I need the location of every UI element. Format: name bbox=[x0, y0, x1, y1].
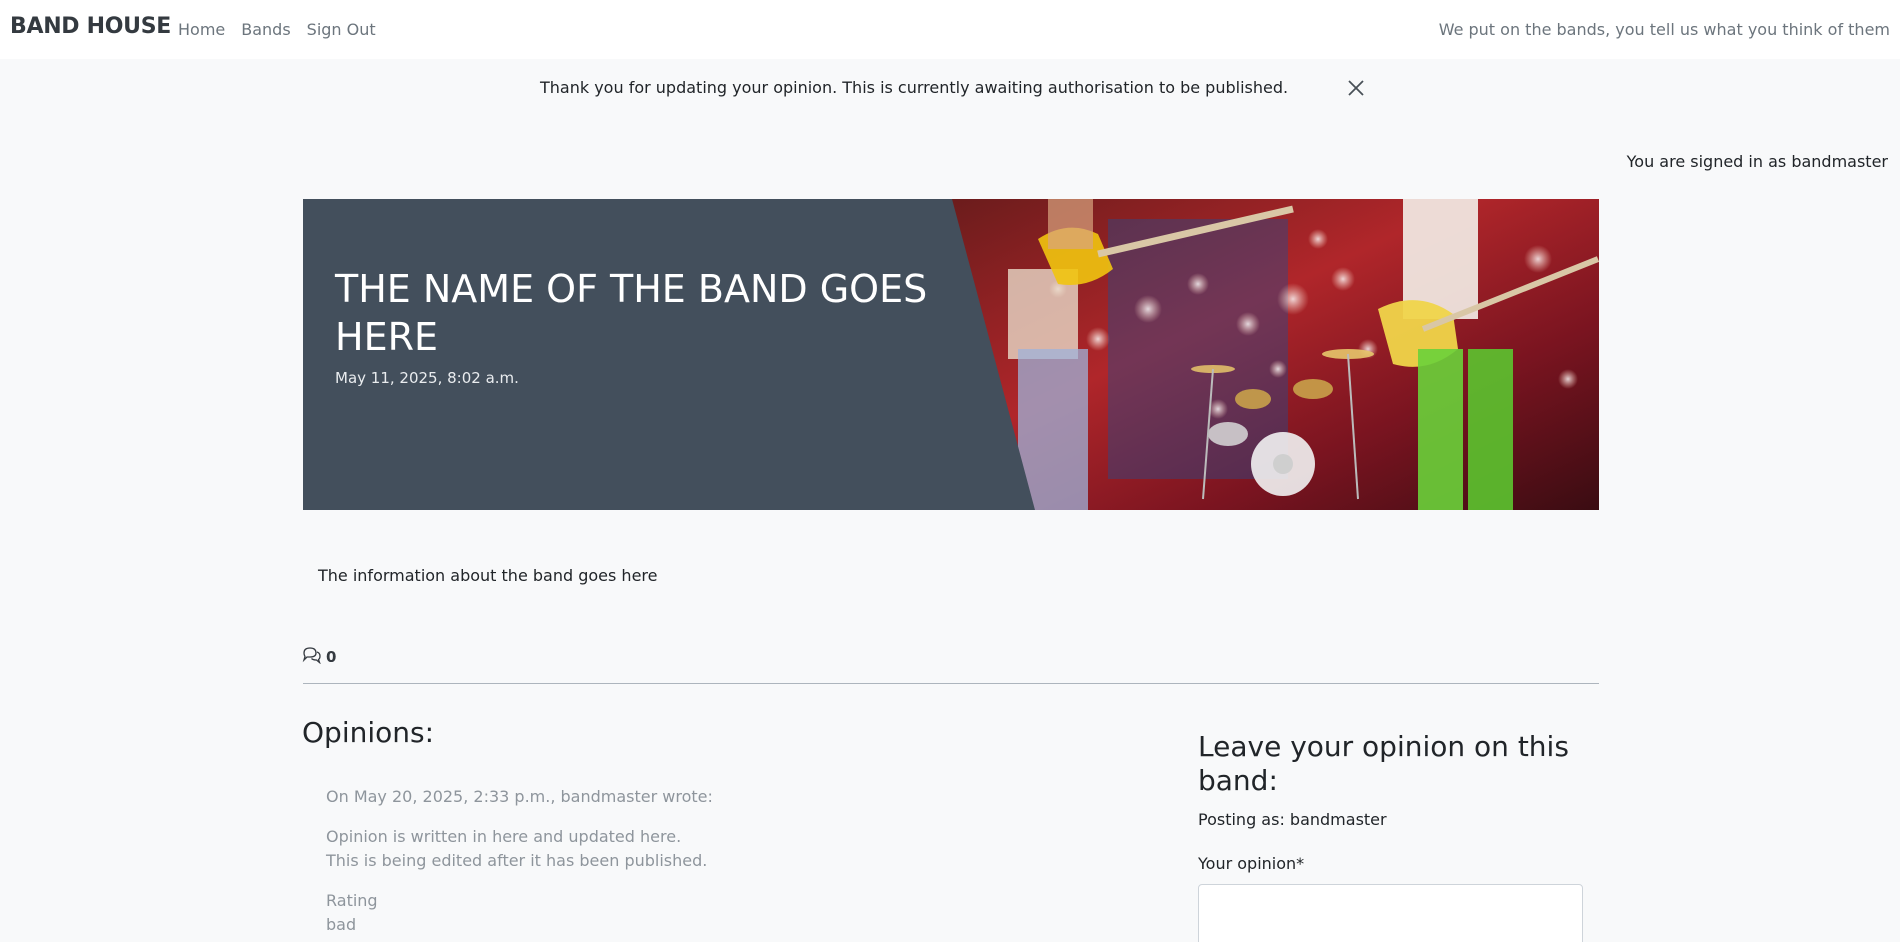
nav-link-sign-out[interactable]: Sign Out bbox=[307, 20, 376, 39]
navbar: BAND HOUSE Home Bands Sign Out We put on… bbox=[0, 0, 1900, 59]
posting-as: Posting as: bandmaster bbox=[1198, 810, 1387, 829]
signed-in-status: You are signed in as bandmaster bbox=[1626, 152, 1888, 171]
band-hero: THE NAME OF THE BAND GOES HERE May 11, 2… bbox=[303, 199, 1599, 510]
site-tagline: We put on the bands, you tell us what yo… bbox=[1438, 20, 1890, 39]
opinion-body-line: Opinion is written in here and updated h… bbox=[326, 827, 682, 846]
opinion-field-label: Your opinion* bbox=[1198, 854, 1305, 873]
opinion-item: On May 20, 2025, 2:33 p.m., bandmaster w… bbox=[326, 785, 713, 937]
alert-message: Thank you for updating your opinion. Thi… bbox=[540, 78, 1289, 97]
comment-count-value: 0 bbox=[326, 648, 337, 666]
opinion-form-heading: Leave your opinion on this band: bbox=[1198, 730, 1569, 797]
nav-link-home[interactable]: Home bbox=[178, 20, 225, 39]
band-date: May 11, 2025, 8:02 a.m. bbox=[335, 369, 519, 387]
opinion-body-line: This is being edited after it has been p… bbox=[326, 851, 708, 870]
close-icon[interactable] bbox=[1343, 75, 1369, 101]
nav-links: Home Bands Sign Out bbox=[178, 20, 376, 39]
nav-link-bands[interactable]: Bands bbox=[241, 20, 290, 39]
success-alert: Thank you for updating your opinion. Thi… bbox=[300, 66, 1400, 110]
opinion-meta: On May 20, 2025, 2:33 p.m., bandmaster w… bbox=[326, 787, 713, 806]
brand-logo[interactable]: BAND HOUSE bbox=[10, 14, 171, 39]
opinions-heading: Opinions: bbox=[302, 716, 435, 749]
opinion-rating-label: Rating bbox=[326, 891, 378, 910]
opinion-body: Opinion is written in here and updated h… bbox=[326, 825, 713, 873]
section-divider bbox=[303, 683, 1599, 684]
opinion-rating-value: bad bbox=[326, 915, 357, 934]
band-info: The information about the band goes here bbox=[318, 566, 658, 585]
chat-bubbles-icon bbox=[302, 646, 322, 668]
comment-count: 0 bbox=[302, 646, 336, 668]
band-name: THE NAME OF THE BAND GOES HERE bbox=[335, 267, 928, 359]
opinion-textarea[interactable] bbox=[1198, 884, 1583, 942]
